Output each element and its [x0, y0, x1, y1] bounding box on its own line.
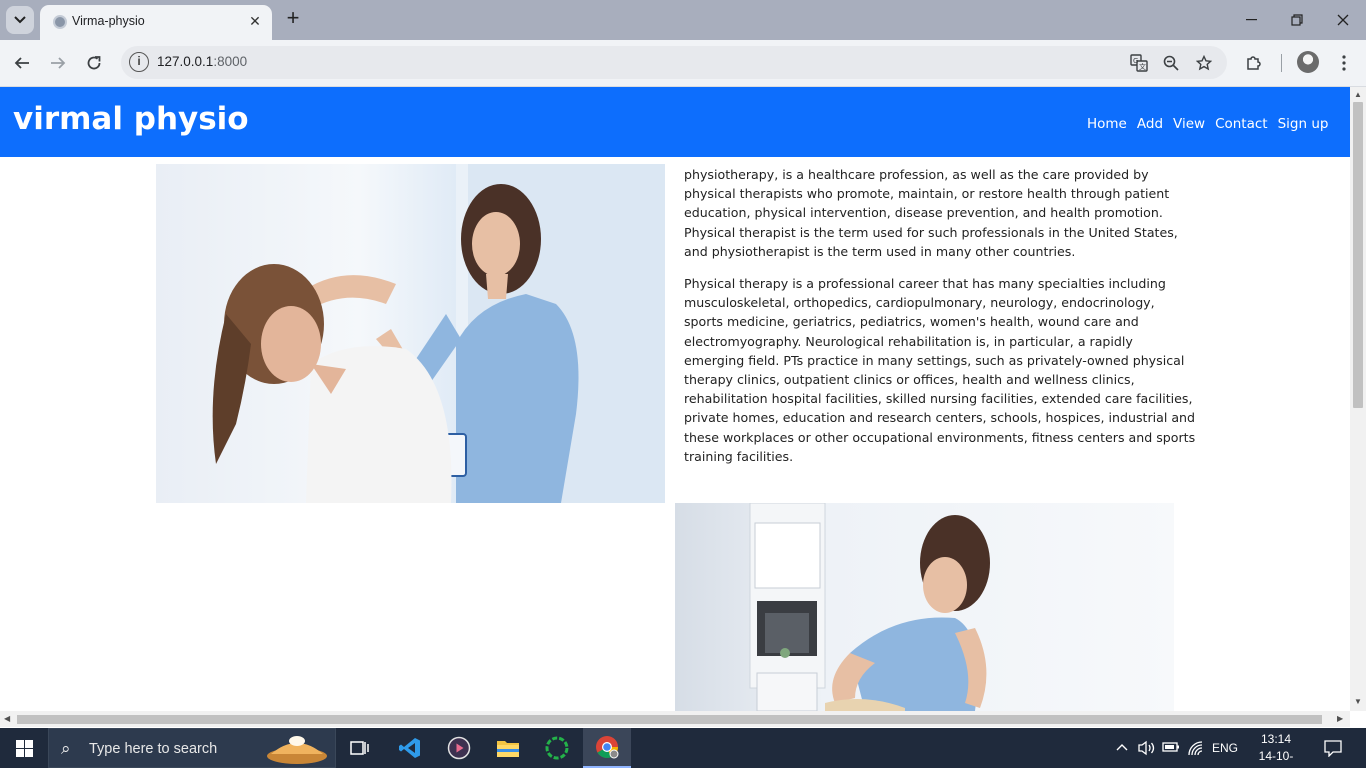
wifi-icon[interactable]	[1187, 740, 1205, 759]
media-player-app[interactable]	[435, 728, 483, 768]
forward-button[interactable]	[43, 48, 73, 78]
search-placeholder: Type here to search	[89, 741, 218, 757]
scroll-right-icon[interactable]: ▶	[1337, 714, 1343, 723]
close-icon	[1337, 14, 1349, 26]
scroll-up-icon[interactable]: ▲	[1354, 90, 1362, 99]
folder-icon	[497, 741, 519, 757]
chevron-down-icon	[14, 16, 26, 24]
arrow-left-icon	[14, 57, 29, 69]
zoom-icon[interactable]	[1161, 53, 1181, 73]
notification-icon[interactable]	[1324, 739, 1342, 760]
site-navbar: virmal physio Home Add View Contact Sign…	[0, 87, 1350, 157]
back-button[interactable]	[7, 48, 37, 78]
browser-tab[interactable]: Virma-physio ✕	[40, 5, 272, 40]
vertical-scrollbar[interactable]: ▲ ▼	[1350, 87, 1366, 711]
search-icon: ⌕	[61, 739, 71, 758]
scroll-down-icon[interactable]: ▼	[1354, 697, 1362, 706]
language-indicator[interactable]: ENG	[1212, 741, 1238, 755]
file-explorer-app[interactable]	[484, 728, 532, 768]
more-vert-icon	[1342, 55, 1346, 71]
url-host: 127.0.0.1	[157, 54, 214, 69]
task-view-icon	[350, 741, 369, 755]
minimize-button[interactable]	[1228, 0, 1274, 40]
clock-date: 14-10-2024	[1258, 749, 1294, 780]
translate-icon[interactable]: G文	[1129, 53, 1149, 73]
web-page: virmal physio Home Add View Contact Sign…	[0, 87, 1350, 711]
task-view-button[interactable]	[336, 728, 384, 768]
vscode-app[interactable]	[386, 728, 434, 768]
vscode-icon	[399, 738, 420, 758]
nav-contact[interactable]: Contact	[1215, 116, 1268, 132]
nav-add[interactable]: Add	[1137, 116, 1163, 132]
extensions-button[interactable]	[1243, 52, 1265, 74]
horizontal-scrollbar[interactable]: ◀ ▶	[0, 711, 1350, 727]
vertical-scroll-thumb[interactable]	[1353, 102, 1363, 408]
ring-app-icon	[545, 736, 569, 760]
specialties-paragraph: Physical therapy is a professional caree…	[684, 276, 1196, 464]
tab-title: Virma-physio	[72, 14, 145, 28]
bookmark-star-icon[interactable]	[1194, 53, 1214, 73]
tab-list-button[interactable]	[6, 6, 34, 34]
battery-icon[interactable]	[1162, 740, 1180, 757]
physio-neck-photo	[156, 164, 665, 503]
url-port: :8000	[213, 54, 248, 69]
physio-massage-photo	[675, 503, 1174, 711]
site-nav: Home Add View Contact Sign up	[1087, 116, 1328, 132]
windows-logo-icon	[15, 739, 33, 757]
close-tab-icon[interactable]: ✕	[246, 12, 264, 30]
svg-text:G: G	[1133, 57, 1138, 65]
chrome-app[interactable]	[583, 728, 631, 768]
restore-button[interactable]	[1274, 0, 1320, 40]
browser-toolbar: i 127.0.0.1:8000 G文	[0, 40, 1366, 87]
pie-widget-icon	[267, 736, 327, 764]
reload-icon	[87, 56, 101, 70]
new-tab-button[interactable]: +	[282, 7, 304, 30]
tab-strip: Virma-physio ✕ +	[0, 0, 1366, 40]
globe-icon	[53, 15, 67, 29]
clock[interactable]: 13:14 14-10-2024	[1248, 731, 1304, 782]
site-info-icon[interactable]: i	[129, 52, 149, 72]
clock-time: 13:14	[1260, 732, 1292, 746]
content-text: physiotherapy, is a healthcare professio…	[684, 165, 1196, 479]
nav-sign-up[interactable]: Sign up	[1278, 116, 1329, 132]
scroll-left-icon[interactable]: ◀	[4, 714, 10, 723]
menu-button[interactable]	[1333, 52, 1355, 74]
horizontal-scroll-thumb[interactable]	[17, 715, 1322, 724]
reload-button[interactable]	[79, 48, 109, 78]
chrome-icon	[596, 736, 619, 759]
arrow-right-icon	[51, 57, 66, 69]
nav-home[interactable]: Home	[1087, 116, 1127, 132]
profile-avatar[interactable]	[1297, 51, 1319, 73]
url-text: 127.0.0.1:8000	[157, 54, 247, 69]
volume-icon[interactable]	[1138, 740, 1156, 759]
puzzle-icon	[1247, 56, 1261, 70]
intro-paragraph: physiotherapy, is a healthcare professio…	[684, 167, 1178, 259]
green-app[interactable]	[533, 728, 581, 768]
taskbar: ⌕ Type here to search ENG 13:14 14-10-20…	[0, 728, 1366, 780]
restore-icon	[1291, 14, 1303, 26]
minimize-icon	[1245, 19, 1257, 21]
chevron-up-icon[interactable]	[1116, 740, 1128, 754]
site-brand[interactable]: virmal physio	[13, 101, 249, 137]
close-window-button[interactable]	[1320, 0, 1366, 40]
svg-text:文: 文	[1139, 62, 1146, 71]
start-button[interactable]	[0, 728, 48, 768]
address-bar[interactable]: i 127.0.0.1:8000 G文	[121, 46, 1227, 79]
taskbar-search[interactable]: ⌕ Type here to search	[48, 728, 336, 768]
nav-view[interactable]: View	[1173, 116, 1205, 132]
toolbar-divider	[1281, 54, 1282, 72]
play-icon	[447, 736, 471, 760]
